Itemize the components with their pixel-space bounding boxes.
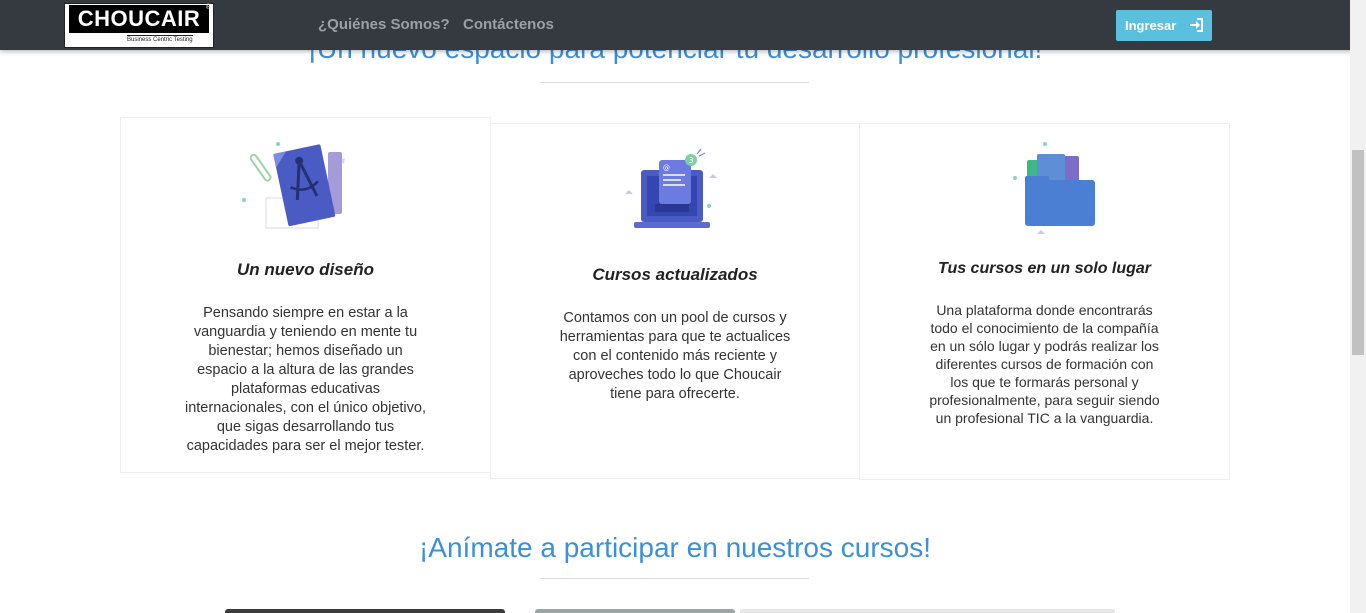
card-text-line: con el contenido más reciente y bbox=[573, 348, 777, 364]
card-text-line: Contamos con un pool de cursos y bbox=[563, 310, 787, 326]
login-button-label: Ingresar bbox=[1125, 18, 1177, 33]
blueprint-illustration-icon bbox=[241, 142, 345, 229]
card-text-line: vanguardia y teniendo en mente tu bbox=[193, 324, 418, 340]
card-heading: Un nuevo diseño bbox=[237, 260, 374, 279]
choucair-logo[interactable]: CHOUCAIR ® Business Centric Testing bbox=[64, 3, 214, 48]
card-text-line: internacionales, con el único objetivo, bbox=[184, 400, 426, 416]
login-button[interactable]: Ingresar bbox=[1116, 10, 1212, 41]
card-text-line: bienestar; hemos diseñado un bbox=[208, 343, 403, 359]
courses-section-title: ¡Anímate a participar en nuestros cursos… bbox=[418, 532, 931, 563]
card-description: Pensando siempre en estar a la vanguardi… bbox=[161, 304, 450, 456]
feature-card-new-design: Un nuevo diseño Pensando siempre en esta… bbox=[120, 117, 491, 473]
vertical-scrollbar[interactable] bbox=[1350, 0, 1366, 613]
feature-card-one-place: Tus cursos en un solo lugar Una platafor… bbox=[859, 123, 1230, 480]
card-description: Contamos con un pool de cursos y herrami… bbox=[531, 309, 819, 404]
nav-link-about[interactable]: ¿Quiénes Somos? bbox=[318, 16, 450, 33]
course-thumbnail[interactable] bbox=[225, 609, 505, 613]
card-text-line: los que te formarás personal y bbox=[950, 374, 1139, 390]
svg-text:3: 3 bbox=[689, 156, 694, 165]
course-thumbnail[interactable] bbox=[535, 609, 735, 613]
nav-link-contact[interactable]: Contáctenos bbox=[463, 16, 554, 33]
card-description: Una plataforma donde encontrarás todo el… bbox=[910, 301, 1179, 427]
svg-text:@: @ bbox=[663, 164, 670, 172]
registered-mark-icon: ® bbox=[205, 4, 211, 11]
card-text-line: diferentes cursos de formación con bbox=[935, 356, 1154, 372]
main-content: ¡Un nuevo espacio para potenciar tu desa… bbox=[0, 0, 1350, 613]
card-heading: Tus cursos en un solo lugar bbox=[937, 260, 1152, 277]
card-text-line: plataformas educativas bbox=[230, 381, 381, 397]
laptop-notification-illustration-icon: @ 3 bbox=[625, 148, 717, 228]
top-navbar: CHOUCAIR ® Business Centric Testing ¿Qui… bbox=[0, 0, 1366, 50]
card-heading: Cursos actualizados bbox=[592, 265, 758, 284]
scrollbar-thumb[interactable] bbox=[1352, 150, 1364, 355]
card-text-line: Pensando siempre en estar a la bbox=[203, 305, 408, 321]
course-thumbnail[interactable] bbox=[740, 609, 1115, 613]
logo-tagline: Business Centric Testing bbox=[127, 35, 193, 43]
logo-wordmark: CHOUCAIR bbox=[69, 5, 209, 33]
card-text-line: capacidades para ser el mejor tester. bbox=[186, 438, 425, 454]
card-text-line: todo el conocimiento de la compañía bbox=[930, 320, 1159, 336]
card-text-line: herramientas para que te actualices bbox=[559, 329, 791, 345]
card-text-line: tiene para ofrecerte. bbox=[610, 386, 740, 402]
card-text-line: Una plataforma donde encontrarás bbox=[936, 302, 1153, 318]
card-text-line: que sigas desarrollando tus bbox=[216, 419, 395, 435]
course-thumbnails bbox=[0, 607, 1350, 613]
card-text-line: un profesional TIC a la vanguardia. bbox=[935, 410, 1154, 426]
card-text-line: espacio a la altura de las grandes bbox=[197, 362, 414, 378]
folder-illustration-icon bbox=[1012, 142, 1095, 234]
sign-in-icon bbox=[1190, 18, 1203, 32]
card-text-line: aproveches todo lo que Choucair bbox=[568, 367, 782, 383]
feature-card-updated-courses: @ 3 Cursos actualizados Contamos con un … bbox=[490, 123, 860, 479]
title-divider bbox=[540, 578, 809, 579]
card-text-line: profesionalmente, para seguir siendo bbox=[929, 392, 1160, 408]
title-divider bbox=[540, 82, 809, 83]
card-text-line: en un sólo lugar y podrás realizar los bbox=[930, 338, 1159, 354]
